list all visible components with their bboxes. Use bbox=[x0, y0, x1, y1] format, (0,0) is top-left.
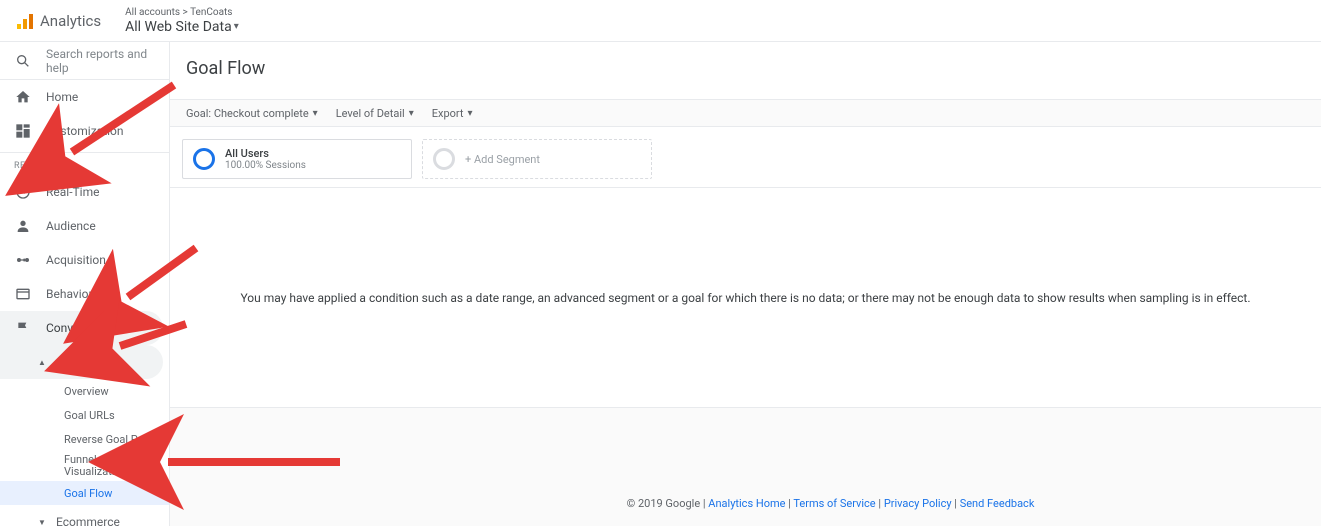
collapse-triangle-icon: ▲ bbox=[38, 358, 46, 367]
acquisition-icon bbox=[14, 251, 32, 269]
sidebar-item-audience[interactable]: Audience bbox=[0, 209, 169, 243]
goal-selector[interactable]: Goal: Checkout complete▾ bbox=[186, 107, 318, 120]
account-switcher[interactable]: All accounts > TenCoats All Web Site Dat… bbox=[125, 7, 239, 35]
sidebar-item-label: Behavior bbox=[46, 287, 93, 301]
sidebar-item-behavior[interactable]: Behavior bbox=[0, 277, 169, 311]
sidebar-item-goals-overview[interactable]: Overview bbox=[0, 379, 169, 403]
sidebar-item-acquisition[interactable]: Acquisition bbox=[0, 243, 169, 277]
sidebar-item-label: Real-Time bbox=[46, 185, 99, 199]
sidebar-item-label: Home bbox=[46, 90, 78, 104]
sidebar-item-label: Overview bbox=[64, 385, 109, 398]
sidebar-item-label: Reverse Goal Path bbox=[64, 433, 153, 446]
person-icon bbox=[14, 217, 32, 235]
sidebar-item-label: Goals bbox=[56, 355, 87, 369]
add-segment-button[interactable]: + Add Segment bbox=[422, 139, 652, 179]
sidebar-item-ecommerce[interactable]: ▼ Ecommerce bbox=[0, 505, 169, 526]
footer-link-analytics-home[interactable]: Analytics Home bbox=[708, 497, 785, 510]
report-toolbar: Goal: Checkout complete▾ Level of Detail… bbox=[170, 99, 1321, 127]
content-header: Goal Flow bbox=[170, 42, 1321, 99]
expand-triangle-icon: ▼ bbox=[38, 518, 46, 526]
account-breadcrumb: All accounts > TenCoats bbox=[125, 7, 239, 19]
detail-selector[interactable]: Level of Detail▾ bbox=[336, 107, 414, 120]
app-header: Analytics All accounts > TenCoats All We… bbox=[0, 0, 1321, 42]
home-icon bbox=[14, 88, 32, 106]
sidebar-item-label: Ecommerce bbox=[56, 515, 120, 526]
sidebar-item-goals-funnel[interactable]: Funnel Visualization bbox=[0, 451, 169, 481]
segment-subtitle: 100.00% Sessions bbox=[225, 160, 306, 171]
page-title: Goal Flow bbox=[186, 58, 1305, 79]
sidebar-item-realtime[interactable]: Real-Time bbox=[0, 175, 169, 209]
footer-link-terms[interactable]: Terms of Service bbox=[793, 497, 875, 510]
flag-icon bbox=[14, 319, 32, 337]
search-icon bbox=[14, 52, 32, 70]
segment-title: All Users bbox=[225, 147, 306, 160]
sidebar-item-goals-urls[interactable]: Goal URLs bbox=[0, 403, 169, 427]
search-placeholder: Search reports and help bbox=[46, 47, 155, 75]
sidebar-item-goals-reverse[interactable]: Reverse Goal Path bbox=[0, 427, 169, 451]
sidebar-item-label: Goal URLs bbox=[64, 409, 115, 422]
segment-circle-icon bbox=[193, 148, 215, 170]
chevron-down-icon: ▾ bbox=[313, 108, 318, 119]
sidebar-item-customization[interactable]: Customization bbox=[0, 114, 169, 148]
brand-name: Analytics bbox=[40, 12, 101, 30]
report-panel: You may have applied a condition such as… bbox=[170, 188, 1321, 408]
chevron-down-icon: ▾ bbox=[409, 108, 414, 119]
footer: © 2019 Google | Analytics Home | Terms o… bbox=[340, 491, 1321, 516]
footer-link-privacy[interactable]: Privacy Policy bbox=[884, 497, 952, 510]
segment-all-users[interactable]: All Users 100.00% Sessions bbox=[182, 139, 412, 179]
chevron-down-icon: ▾ bbox=[468, 108, 473, 119]
sidebar-item-label: Goal Flow bbox=[64, 487, 112, 500]
sidebar-item-home[interactable]: Home bbox=[0, 80, 169, 114]
sidebar-item-label: Audience bbox=[46, 219, 96, 233]
clock-icon bbox=[14, 183, 32, 201]
sidebar-item-goals[interactable]: ▲ Goals bbox=[0, 345, 163, 379]
behavior-icon bbox=[14, 285, 32, 303]
customization-icon bbox=[14, 122, 32, 140]
sidebar-item-label: Funnel Visualization bbox=[64, 454, 155, 478]
chevron-down-icon: ▾ bbox=[234, 19, 239, 35]
sidebar: Search reports and help Home Customizati… bbox=[0, 42, 170, 526]
search-input[interactable]: Search reports and help bbox=[0, 42, 169, 80]
sidebar-item-goals-flow[interactable]: Goal Flow bbox=[0, 481, 169, 505]
sidebar-item-label: Conversions bbox=[46, 321, 112, 335]
no-data-message: You may have applied a condition such as… bbox=[220, 231, 1270, 365]
sidebar-item-label: Acquisition bbox=[46, 253, 106, 267]
view-name: All Web Site Data ▾ bbox=[125, 19, 239, 35]
analytics-logo-icon bbox=[16, 12, 34, 30]
content-area: Goal Flow Goal: Checkout complete▾ Level… bbox=[170, 42, 1321, 526]
footer-link-feedback[interactable]: Send Feedback bbox=[960, 497, 1035, 510]
export-selector[interactable]: Export▾ bbox=[432, 107, 473, 120]
app-logo[interactable]: Analytics bbox=[16, 12, 101, 30]
sidebar-item-label: Customization bbox=[46, 124, 124, 138]
sidebar-item-conversions[interactable]: Conversions bbox=[0, 311, 163, 345]
reports-section-label: REPORTS bbox=[0, 152, 169, 175]
segment-circle-empty-icon bbox=[433, 148, 455, 170]
add-segment-label: + Add Segment bbox=[465, 153, 540, 166]
segments-row: All Users 100.00% Sessions + Add Segment bbox=[170, 127, 1321, 188]
